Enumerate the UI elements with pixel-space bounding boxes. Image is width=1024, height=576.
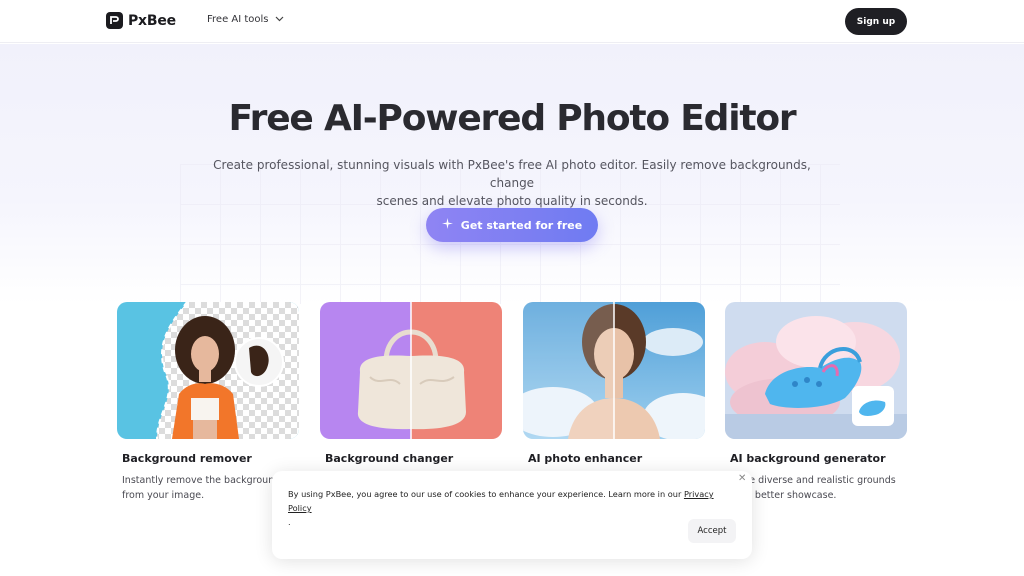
accept-cookies-button[interactable]: Accept: [688, 519, 736, 543]
brand-logo[interactable]: PxBee: [106, 12, 176, 29]
card-description: erate diverse and realistic grounds for …: [730, 475, 896, 501]
cookie-period: .: [288, 517, 291, 527]
get-started-label: Get started for free: [460, 218, 583, 232]
free-ai-tools-label: Free AI tools: [207, 14, 269, 25]
chevron-down-icon: [275, 14, 284, 25]
top-nav: PxBee Free AI tools Sign up: [0, 0, 1024, 43]
ai-background-generator-image: [725, 302, 907, 439]
card-description: Instantly remove the background from you…: [122, 475, 281, 501]
tool-card-background-changer[interactable]: Background changer: [320, 302, 502, 465]
card-title: Background changer: [325, 452, 454, 465]
cookie-banner: ✕ By using PxBee, you agree to our use o…: [272, 471, 752, 559]
sparkle-icon: [441, 218, 453, 232]
free-ai-tools-menu[interactable]: Free AI tools: [207, 14, 284, 25]
background-changer-image: [320, 302, 502, 439]
cookie-message: By using PxBee, you agree to our use of …: [288, 487, 738, 529]
logo-icon: [106, 12, 123, 29]
background-remover-image: [117, 302, 299, 439]
close-icon[interactable]: ✕: [738, 473, 746, 484]
sign-up-button[interactable]: Sign up: [845, 8, 907, 35]
get-started-button[interactable]: Get started for free: [426, 208, 598, 242]
hero-subtitle-line-1: Create professional, stunning visuals wi…: [213, 158, 811, 190]
page-title: Free AI-Powered Photo Editor: [228, 98, 797, 139]
card-title: AI photo enhancer: [528, 452, 643, 465]
card-title: AI background generator: [730, 452, 886, 465]
card-title: Background remover: [122, 452, 252, 465]
hero-subtitle-line-2: scenes and elevate photo quality in seco…: [376, 194, 648, 208]
tool-card-ai-photo-enhancer[interactable]: AI photo enhancer: [523, 302, 705, 465]
ai-photo-enhancer-image: [523, 302, 705, 439]
brand-name: PxBee: [128, 12, 176, 29]
tool-card-ai-background-generator[interactable]: AI background generator erate diverse an…: [725, 302, 907, 501]
tool-card-background-remover[interactable]: Background remover Instantly remove the …: [117, 302, 299, 501]
cookie-text: By using PxBee, you agree to our use of …: [288, 489, 682, 499]
hero-subtitle: Create professional, stunning visuals wi…: [212, 156, 812, 210]
